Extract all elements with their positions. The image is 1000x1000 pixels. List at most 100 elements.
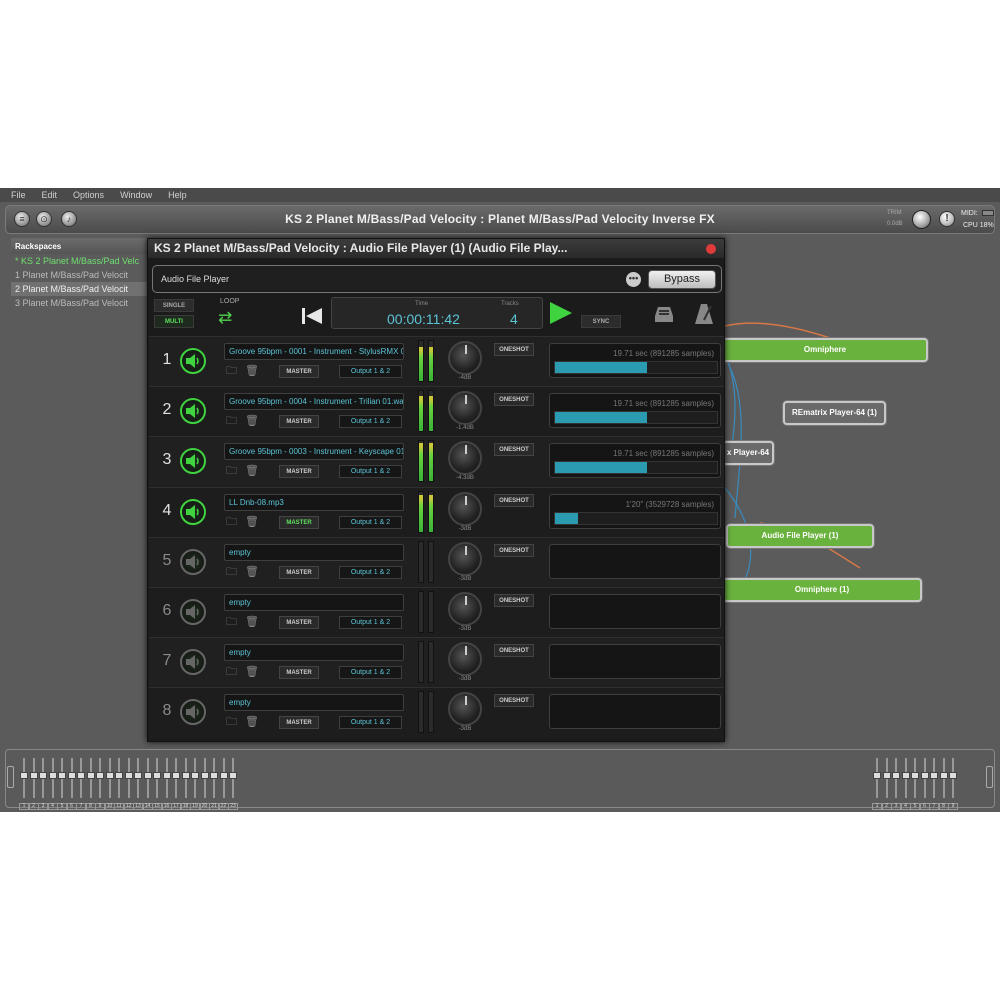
sync-button[interactable]: SYNC	[581, 315, 621, 328]
single-mode-button[interactable]: SINGLE	[154, 299, 194, 312]
fader-handle[interactable]	[20, 772, 28, 779]
oneshot-button[interactable]: ONESHOT	[494, 593, 534, 607]
trash-icon[interactable]: 🗑	[245, 415, 259, 427]
folder-icon[interactable]: 🗀	[226, 566, 240, 578]
multi-mode-button[interactable]: MULTI	[154, 315, 194, 328]
waveform-display[interactable]	[549, 543, 721, 579]
fader-handle[interactable]	[86, 772, 95, 779]
fader[interactable]: 4	[900, 758, 911, 810]
speaker-icon[interactable]	[180, 699, 206, 726]
fader[interactable]: 8	[938, 758, 949, 810]
fader-handle[interactable]	[882, 772, 891, 779]
fader-handle[interactable]	[77, 772, 85, 779]
fader[interactable]: 21	[209, 758, 219, 810]
fader-handle[interactable]	[219, 772, 228, 779]
fader[interactable]: 17	[171, 758, 181, 810]
fader[interactable]: 19	[190, 758, 200, 810]
fader[interactable]: 3	[38, 758, 48, 810]
fader-handle[interactable]	[172, 772, 180, 779]
fader-handle[interactable]	[48, 772, 57, 779]
speaker-icon[interactable]	[180, 649, 206, 676]
fader-handle[interactable]	[229, 772, 237, 779]
fader[interactable]: 14	[142, 758, 153, 810]
waveform-display[interactable]	[549, 593, 721, 629]
oneshot-button[interactable]: ONESHOT	[494, 393, 534, 407]
graph-node-omniphere-1[interactable]: Omniphere (1)	[722, 578, 922, 602]
speaker-icon[interactable]	[180, 548, 206, 575]
graph-node-audio-file-player[interactable]: Audio File Player (1)	[726, 524, 874, 548]
fader[interactable]: 8	[85, 758, 96, 810]
graph-node-player-64[interactable]: x Player-64	[722, 441, 774, 465]
speaker-icon[interactable]	[180, 348, 206, 374]
volume-knob[interactable]	[448, 491, 482, 526]
oneshot-button[interactable]: ONESHOT	[494, 543, 534, 557]
fader-handle[interactable]	[105, 772, 114, 779]
master-button[interactable]: MASTER	[279, 365, 319, 378]
fader[interactable]: 7	[76, 758, 86, 810]
metronome-icon[interactable]	[693, 303, 715, 325]
fader-handle[interactable]	[134, 772, 142, 779]
folder-icon[interactable]: 🗀	[226, 667, 240, 678]
folder-icon[interactable]: 🗀	[226, 717, 240, 728]
fader[interactable]: 5	[910, 758, 920, 810]
output-selector[interactable]: Output 1 & 2	[339, 565, 402, 579]
fader-handle[interactable]	[153, 772, 161, 779]
folder-icon[interactable]: 🗀	[226, 466, 240, 477]
fader[interactable]: 13	[133, 758, 143, 810]
fader[interactable]: 15	[152, 758, 162, 810]
fader-handle[interactable]	[920, 772, 929, 779]
fader[interactable]: 22	[218, 758, 229, 810]
fader[interactable]: 6	[66, 758, 77, 810]
master-button[interactable]: MASTER	[279, 615, 319, 629]
fader[interactable]: 10	[104, 758, 115, 810]
fader[interactable]: 16	[161, 758, 172, 810]
graph-node-rematrix[interactable]: REmatrix Player-64 (1)	[783, 401, 886, 425]
fader-handle[interactable]	[29, 772, 38, 779]
oneshot-button[interactable]: ONESHOT	[494, 343, 534, 356]
master-button[interactable]: MASTER	[279, 515, 319, 529]
waveform-display[interactable]: 19.71 sec (891285 samples)	[549, 343, 721, 378]
fader[interactable]: 1	[19, 758, 29, 810]
fader-handle[interactable]	[873, 772, 881, 779]
fader-handle[interactable]	[39, 772, 47, 779]
waveform-display[interactable]: 1'20" (3529728 samples)	[549, 493, 721, 529]
volume-knob[interactable]	[448, 391, 482, 426]
volume-knob[interactable]	[448, 441, 482, 476]
output-selector[interactable]: Output 1 & 2	[339, 365, 402, 378]
fader[interactable]: 7	[929, 758, 939, 810]
fader[interactable]: 2	[881, 758, 892, 810]
folder-icon[interactable]: 🗀	[226, 616, 240, 628]
fader[interactable]: 5	[57, 758, 67, 810]
fader-handle[interactable]	[96, 772, 104, 779]
oneshot-button[interactable]: ONESHOT	[494, 644, 534, 658]
fader-handle[interactable]	[901, 772, 910, 779]
output-selector[interactable]: Output 1 & 2	[339, 615, 402, 629]
fader-handle[interactable]	[939, 772, 948, 779]
fader[interactable]: 2	[28, 758, 39, 810]
fader[interactable]: 12	[123, 758, 134, 810]
fader[interactable]: 3	[891, 758, 901, 810]
fader-handle[interactable]	[115, 772, 123, 779]
fader-handle[interactable]	[58, 772, 66, 779]
fader-handle[interactable]	[124, 772, 133, 779]
fader-handle[interactable]	[949, 772, 957, 779]
output-selector[interactable]: Output 1 & 2	[339, 515, 402, 529]
volume-knob[interactable]	[448, 341, 482, 375]
track-file-name[interactable]: Groove 95bpm - 0003 - Instrument - Keysc…	[224, 443, 404, 461]
volume-knob[interactable]	[448, 642, 482, 677]
track-file-name[interactable]: empty	[224, 593, 404, 611]
right-panel-toggle[interactable]	[986, 766, 993, 788]
trash-icon[interactable]: 🗑	[245, 616, 259, 628]
fader[interactable]: 6	[919, 758, 930, 810]
master-button[interactable]: MASTER	[279, 465, 319, 479]
speaker-icon[interactable]	[180, 498, 206, 525]
volume-knob[interactable]	[448, 692, 482, 727]
fader-handle[interactable]	[67, 772, 76, 779]
trash-icon[interactable]: 🗑	[245, 516, 259, 528]
fader-handle[interactable]	[210, 772, 218, 779]
fader[interactable]: 9	[95, 758, 105, 810]
more-dots-icon[interactable]: •••	[626, 272, 641, 287]
fader[interactable]: 23	[228, 758, 238, 810]
bypass-button[interactable]: Bypass	[648, 270, 716, 289]
speaker-icon[interactable]	[180, 448, 206, 475]
